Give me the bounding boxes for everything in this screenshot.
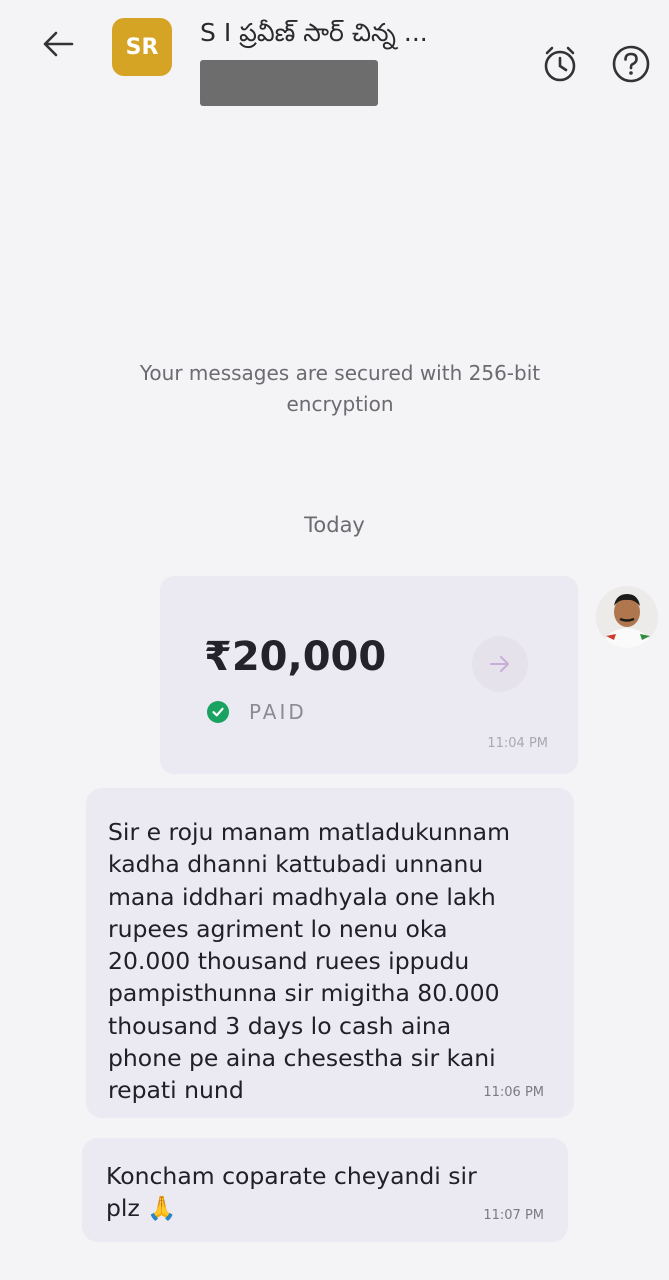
payment-card[interactable]: ₹20,000 PAID 11:04 PM <box>160 576 578 774</box>
payment-status: PAID <box>207 700 307 724</box>
payment-timestamp: 11:04 PM <box>487 736 548 751</box>
payment-status-label: PAID <box>249 700 307 724</box>
alarm-clock-icon <box>544 46 576 82</box>
contact-avatar[interactable]: SR <box>112 18 172 76</box>
redacted-phone-number <box>200 60 378 106</box>
message-line: plz 🙏 <box>106 1194 177 1223</box>
chat-header: SR S I ప్రవీణ్ సార్ చిన్న ... <box>0 0 669 120</box>
encryption-notice: Your messages are secured with 256-bit e… <box>139 361 541 416</box>
sender-avatar[interactable] <box>596 586 658 648</box>
arrow-right-icon <box>490 656 509 672</box>
message-line: 20.000 thousand ruees ippudu <box>108 947 470 976</box>
message-line: thousand 3 days lo cash aina <box>108 1011 452 1040</box>
check-circle-icon <box>207 701 229 723</box>
message-line: phone pe aina chesestha sir kani <box>108 1044 496 1073</box>
message-line: rupees agriment lo nenu oka <box>108 914 448 943</box>
message-timestamp: 11:06 PM <box>483 1085 544 1100</box>
help-button[interactable] <box>611 44 651 84</box>
person-photo-icon <box>596 586 658 648</box>
contact-name[interactable]: S I ప్రవీణ్ సార్ చిన్న ... <box>200 18 428 54</box>
message-line: Koncham coparate cheyandi sir <box>106 1162 477 1190</box>
payment-details-button[interactable] <box>472 636 528 692</box>
question-mark-icon <box>612 45 650 83</box>
avatar-initials: SR <box>125 34 159 60</box>
message-timestamp: 11:07 PM <box>483 1208 544 1223</box>
message-bubble[interactable]: Sir e roju manam matladukunnam kadha dha… <box>86 788 574 1118</box>
message-line: Sir e roju manam matladukunnam <box>108 818 510 846</box>
message-text: Koncham coparate cheyandi sir plz 🙏 <box>106 1160 477 1225</box>
message-line: pampisthunna sir migitha 80.000 <box>108 979 500 1008</box>
arrow-left-icon <box>43 31 74 57</box>
message-line: repati nund <box>108 1076 244 1105</box>
message-line: kadha dhanni kattubadi unnanu <box>108 850 484 879</box>
reminder-button[interactable] <box>540 44 580 84</box>
payment-amount: ₹20,000 <box>204 634 387 680</box>
message-line: mana iddhari madhyala one lakh <box>108 882 496 911</box>
back-button[interactable] <box>36 22 80 66</box>
date-separator: Today <box>304 513 365 537</box>
message-bubble[interactable]: Koncham coparate cheyandi sir plz 🙏 11:0… <box>82 1138 568 1242</box>
message-text: Sir e roju manam matladukunnam kadha dha… <box>108 816 510 1107</box>
